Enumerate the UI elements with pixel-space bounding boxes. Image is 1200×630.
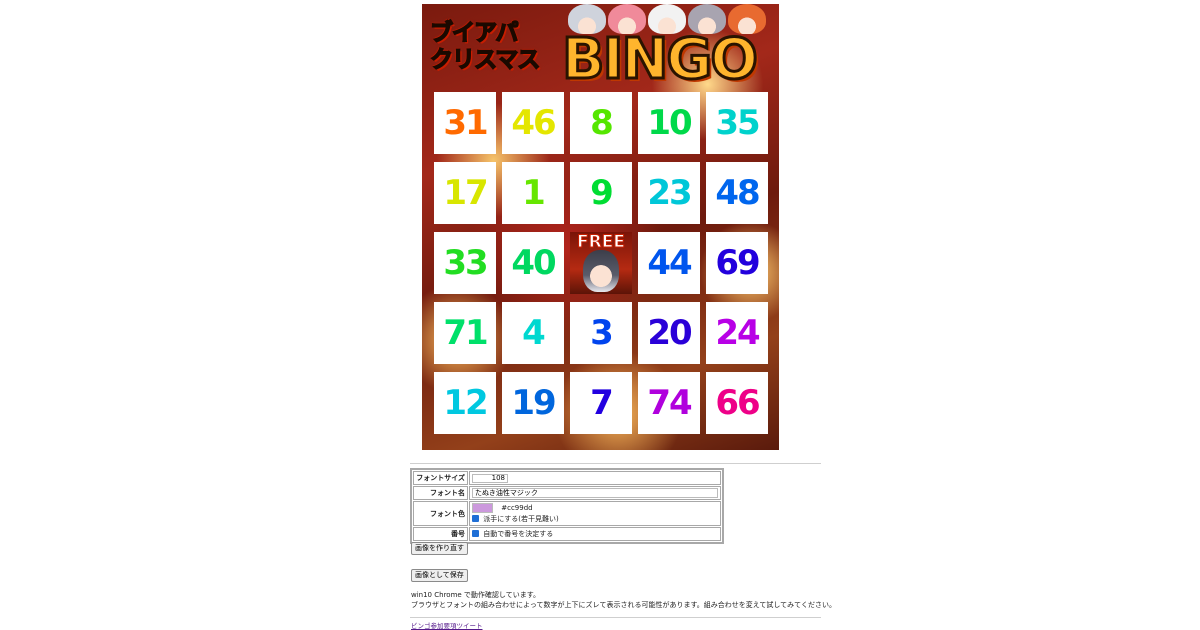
bingo-cell: 7 [570,372,632,434]
font-size-row: フォントサイズ [413,471,721,485]
bingo-cell: 24 [706,302,768,364]
rainbow-checkbox-label: 派手にする(若干見難い) [483,515,559,523]
bingo-cell: 71 [434,302,496,364]
regenerate-button[interactable]: 画像を作り直す [411,542,468,555]
bingo-grid: 31 46 8 10 35 17 1 9 23 48 33 40 FREE 44 69 71 4 3 20 24 12 1… [434,92,768,435]
bingo-cell: 23 [638,162,700,224]
rainbow-checkbox[interactable] [472,514,479,522]
font-color-picker[interactable] [472,503,493,513]
bingo-free-cell: FREE [570,232,632,294]
font-color-row: フォント色 #cc99dd 派手にする(若干見難い) [413,501,721,526]
bingo-cell: 4 [502,302,564,364]
font-name-label: フォント名 [413,486,468,500]
bingo-cell: 1 [502,162,564,224]
bingo-cell: 33 [434,232,496,294]
auto-number-checkbox[interactable] [472,529,479,537]
bingo-cell: 69 [706,232,768,294]
event-title-line2: クリスマス [429,46,541,74]
font-color-label: フォント色 [413,501,468,526]
bingo-cell: 10 [638,92,700,154]
bingo-cell: 20 [638,302,700,364]
bingo-cell: 19 [502,372,564,434]
bingo-cell: 48 [706,162,768,224]
font-color-hex: #cc99dd [501,504,533,512]
tweet-link[interactable]: ビンゴ参加要項ツイート [411,620,483,630]
event-title-line1: ブイアパ [429,19,519,47]
event-title: ブイアパ クリスマス [429,19,541,74]
bingo-cell: 35 [706,92,768,154]
font-size-input[interactable] [472,473,508,483]
auto-number-checkbox-label: 自動で番号を決定する [483,530,554,538]
bingo-cell: 31 [434,92,496,154]
number-label: 番号 [413,527,468,541]
free-character-image [583,250,619,292]
bingo-cell: 12 [434,372,496,434]
bingo-cell: 17 [434,162,496,224]
bingo-cell: 46 [502,92,564,154]
save-image-button[interactable]: 画像として保存 [411,569,468,582]
font-size-label: フォントサイズ [413,471,468,485]
free-label: FREE [577,232,626,253]
font-name-row: フォント名 [413,486,721,500]
bingo-cell: 40 [502,232,564,294]
divider-top [410,463,821,464]
bingo-cell: 44 [638,232,700,294]
font-name-input[interactable] [472,488,718,498]
bingo-cell: 66 [706,372,768,434]
bingo-cell: 74 [638,372,700,434]
bingo-logo-text: BINGO [561,28,772,91]
bingo-card-image: ブイアパ クリスマス BINGO 31 46 8 10 35 17 1 9 23 48 33 40 FR… [422,4,779,450]
note-line-2: ブラウザとフォントの組み合わせによって数字が上下にズレて表示される可能性がありま… [411,601,836,609]
bingo-cell: 3 [570,302,632,364]
bingo-cell: 9 [570,162,632,224]
divider-bottom [410,617,821,618]
note-line-1: win10 Chrome で動作確認しています。 [411,591,541,599]
bingo-cell: 8 [570,92,632,154]
number-row: 番号 自動で番号を決定する [413,527,721,541]
settings-table: フォントサイズ フォント名 フォント色 #cc99dd 派手にする(若干見難い)… [410,468,724,544]
